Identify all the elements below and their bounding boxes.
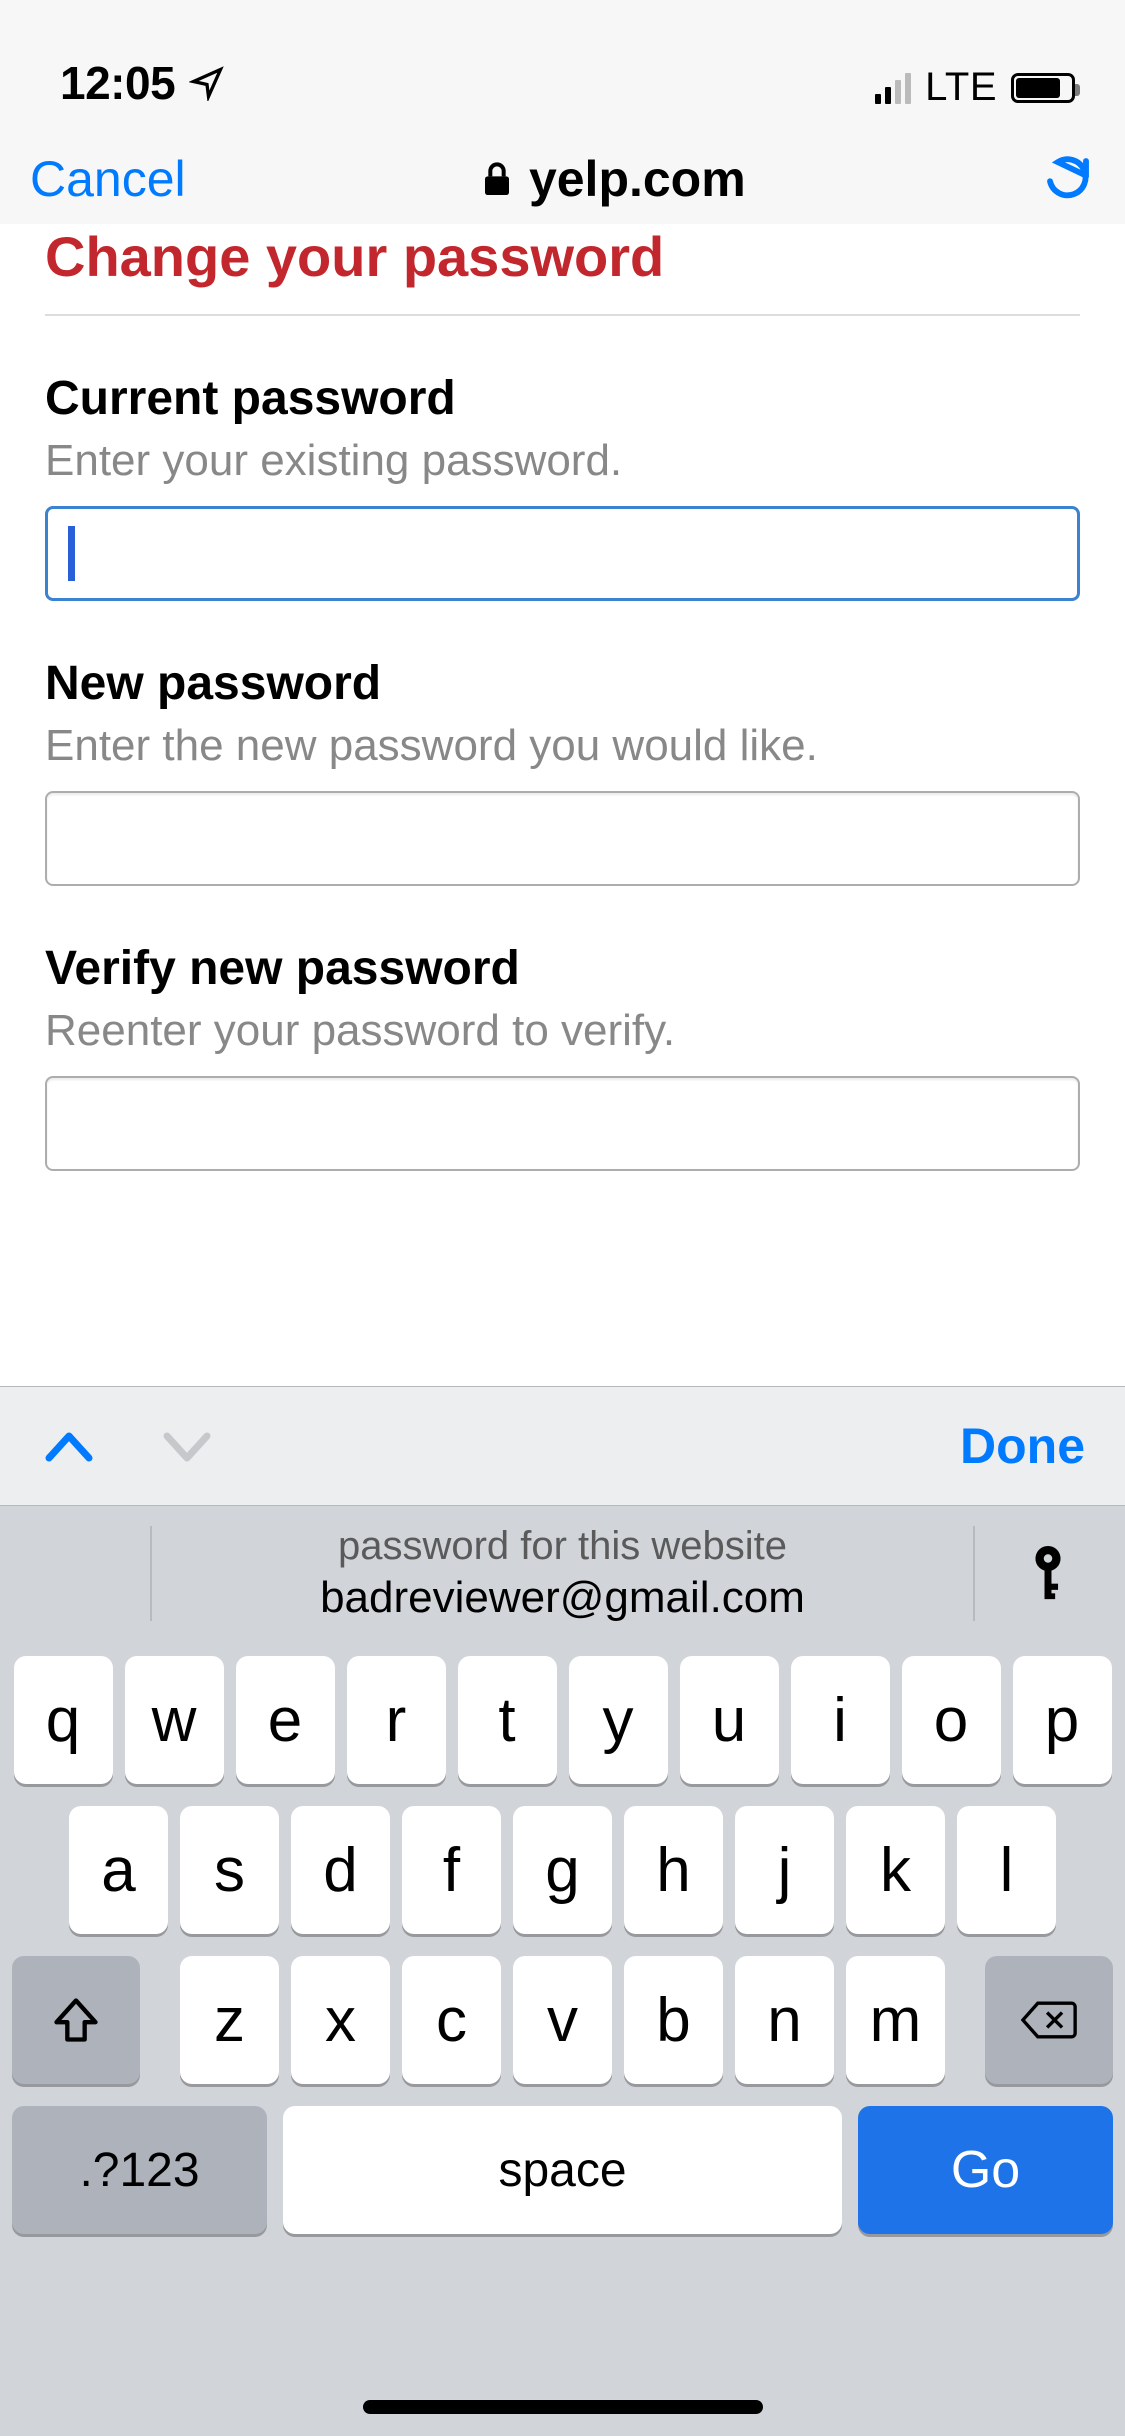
- page-content: Change your password Current password En…: [0, 224, 1125, 1171]
- network-label: LTE: [925, 65, 997, 110]
- key-i[interactable]: i: [791, 1656, 890, 1784]
- key-m[interactable]: m: [846, 1956, 945, 2084]
- next-field-button[interactable]: [163, 1426, 211, 1466]
- autofill-title: password for this website: [320, 1524, 805, 1569]
- address-bar[interactable]: yelp.com: [481, 150, 746, 208]
- new-password-label: New password: [45, 656, 1080, 711]
- reload-button[interactable]: [1041, 152, 1095, 206]
- location-icon: [189, 65, 225, 101]
- autofill-suggestion[interactable]: password for this website badreviewer@gm…: [320, 1524, 805, 1623]
- home-indicator[interactable]: [363, 2400, 763, 2414]
- shift-icon: [50, 1994, 102, 2046]
- key-k[interactable]: k: [846, 1806, 945, 1934]
- key-b[interactable]: b: [624, 1956, 723, 2084]
- key-l[interactable]: l: [957, 1806, 1056, 1934]
- prev-field-button[interactable]: [45, 1426, 93, 1466]
- cancel-button[interactable]: Cancel: [30, 150, 186, 208]
- key-x[interactable]: x: [291, 1956, 390, 2084]
- key-n[interactable]: n: [735, 1956, 834, 2084]
- autofill-suggestion-bar: password for this website badreviewer@gm…: [0, 1506, 1125, 1641]
- autofill-account: badreviewer@gmail.com: [320, 1573, 805, 1623]
- new-password-input[interactable]: [45, 791, 1080, 886]
- passwords-key-icon[interactable]: [1026, 1545, 1070, 1603]
- backspace-icon: [1021, 1999, 1077, 2041]
- verify-password-label: Verify new password: [45, 941, 1080, 996]
- verify-password-input[interactable]: [45, 1076, 1080, 1171]
- key-r[interactable]: r: [347, 1656, 446, 1784]
- keyboard: qwertyuiop asdfghjkl zxcvbnm .?123 space…: [0, 1641, 1125, 2276]
- status-bar: 12:05 LTE: [0, 0, 1125, 130]
- key-c[interactable]: c: [402, 1956, 501, 2084]
- key-o[interactable]: o: [902, 1656, 1001, 1784]
- key-d[interactable]: d: [291, 1806, 390, 1934]
- key-y[interactable]: y: [569, 1656, 668, 1784]
- key-s[interactable]: s: [180, 1806, 279, 1934]
- key-j[interactable]: j: [735, 1806, 834, 1934]
- cell-signal-icon: [875, 72, 911, 104]
- done-button[interactable]: Done: [960, 1417, 1085, 1475]
- key-q[interactable]: q: [14, 1656, 113, 1784]
- key-u[interactable]: u: [680, 1656, 779, 1784]
- divider: [973, 1526, 975, 1621]
- divider: [150, 1526, 152, 1621]
- current-password-hint: Enter your existing password.: [45, 436, 1080, 486]
- new-password-hint: Enter the new password you would like.: [45, 721, 1080, 771]
- status-time: 12:05: [60, 56, 175, 110]
- current-password-label: Current password: [45, 371, 1080, 426]
- go-key[interactable]: Go: [858, 2106, 1113, 2234]
- key-t[interactable]: t: [458, 1656, 557, 1784]
- key-e[interactable]: e: [236, 1656, 335, 1784]
- url-text: yelp.com: [529, 150, 746, 208]
- battery-icon: [1011, 73, 1075, 103]
- current-password-input[interactable]: [45, 506, 1080, 601]
- key-a[interactable]: a: [69, 1806, 168, 1934]
- lock-icon: [481, 160, 513, 198]
- input-accessory-bar: Done: [0, 1386, 1125, 1506]
- key-w[interactable]: w: [125, 1656, 224, 1784]
- verify-password-hint: Reenter your password to verify.: [45, 1006, 1080, 1056]
- page-title: Change your password: [45, 224, 1080, 316]
- key-g[interactable]: g: [513, 1806, 612, 1934]
- verify-password-block: Verify new password Reenter your passwor…: [45, 941, 1080, 1171]
- key-h[interactable]: h: [624, 1806, 723, 1934]
- backspace-key[interactable]: [985, 1956, 1113, 2084]
- shift-key[interactable]: [12, 1956, 140, 2084]
- space-key[interactable]: space: [283, 2106, 842, 2234]
- new-password-block: New password Enter the new password you …: [45, 656, 1080, 886]
- text-caret: [68, 526, 75, 581]
- numbers-key[interactable]: .?123: [12, 2106, 267, 2234]
- keyboard-area: Done password for this website badreview…: [0, 1386, 1125, 2436]
- key-v[interactable]: v: [513, 1956, 612, 2084]
- key-f[interactable]: f: [402, 1806, 501, 1934]
- key-p[interactable]: p: [1013, 1656, 1112, 1784]
- current-password-block: Current password Enter your existing pas…: [45, 371, 1080, 601]
- key-z[interactable]: z: [180, 1956, 279, 2084]
